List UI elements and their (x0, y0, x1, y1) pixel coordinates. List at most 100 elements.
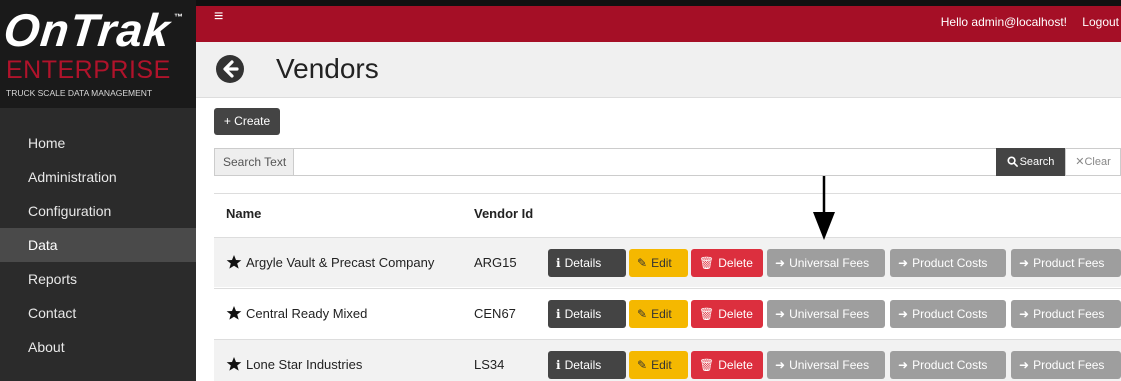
arrow-circle-right-icon: ➜ (775, 306, 786, 321)
logo[interactable]: OnTrak ™ ENTERPRISE TRUCK SCALE DATA MAN… (0, 0, 196, 108)
product-fees-label: Product Fees (1033, 256, 1105, 270)
sidebar-item-contact[interactable]: Contact (0, 296, 196, 330)
product-costs-button[interactable]: ➜ Product Costs (890, 300, 1006, 328)
product-fees-button[interactable]: ➜ Product Fees (1011, 300, 1121, 328)
edit-icon: ✎ (637, 255, 648, 270)
universal-fees-button[interactable]: ➜ Universal Fees (767, 300, 885, 328)
edit-button[interactable]: ✎ Edit (629, 351, 688, 379)
universal-fees-label: Universal Fees (789, 256, 870, 270)
product-fees-label: Product Fees (1033, 307, 1105, 321)
sidebar-item-administration[interactable]: Administration (0, 160, 196, 194)
sidebar-item-about[interactable]: About (0, 330, 196, 364)
product-costs-label: Product Costs (912, 256, 988, 270)
universal-fees-button[interactable]: ➜ Universal Fees (767, 249, 885, 277)
sidebar-item-home[interactable]: Home (0, 126, 196, 160)
table-row: Argyle Vault & Precast Company ARG15 ℹ De… (214, 237, 1121, 287)
hamburger-icon[interactable]: ≡ (214, 8, 223, 26)
clear-button[interactable]: ✕Clear (1065, 148, 1121, 176)
info-icon: ℹ (556, 306, 561, 321)
table-top-border (214, 193, 1121, 194)
product-fees-button[interactable]: ➜ Product Fees (1011, 351, 1121, 379)
universal-fees-label: Universal Fees (789, 358, 870, 372)
logo-tagline: TRUCK SCALE DATA MANAGEMENT (6, 88, 153, 98)
back-arrow-icon[interactable] (216, 55, 244, 83)
search-button[interactable]: Search (996, 148, 1065, 176)
edit-button[interactable]: ✎ Edit (629, 249, 688, 277)
logo-subtitle: ENTERPRISE (6, 56, 171, 84)
details-button[interactable]: ℹ Details (548, 351, 626, 379)
arrow-circle-right-icon: ➜ (898, 306, 909, 321)
product-costs-button[interactable]: ➜ Product Costs (890, 351, 1006, 379)
user-greeting: Hello admin@localhost! (940, 15, 1067, 29)
vendor-id: LS34 (474, 357, 505, 372)
title-bar: Vendors (196, 42, 1121, 98)
search-input[interactable] (293, 148, 997, 176)
search-icon (1007, 156, 1018, 167)
table-row: Central Ready Mixed CEN67 ℹ Details ✎ Edit… (214, 288, 1121, 338)
delete-label: Delete (718, 307, 753, 321)
info-icon: ℹ (556, 255, 561, 270)
arrow-circle-right-icon: ➜ (1019, 357, 1030, 372)
arrow-circle-right-icon: ➜ (1019, 255, 1030, 270)
arrow-circle-right-icon: ➜ (775, 357, 786, 372)
search-bar: Search Text Search ✕Clear (214, 148, 1121, 176)
logo-name: OnTrak (1, 4, 173, 56)
logo-trademark: ™ (174, 12, 183, 22)
info-icon: ℹ (556, 357, 561, 372)
sidebar: OnTrak ™ ENTERPRISE TRUCK SCALE DATA MAN… (0, 0, 196, 381)
vendor-name: Central Ready Mixed (246, 306, 368, 321)
logout-link[interactable]: Logout (1082, 15, 1119, 29)
arrow-circle-right-icon: ➜ (775, 255, 786, 270)
arrow-circle-right-icon: ➜ (898, 357, 909, 372)
star-icon[interactable] (226, 356, 242, 372)
delete-button[interactable]: 🗑 Delete (691, 300, 763, 328)
edit-button[interactable]: ✎ Edit (629, 300, 688, 328)
delete-button[interactable]: 🗑 Delete (691, 249, 763, 277)
trash-icon: 🗑 (699, 306, 715, 321)
search-label: Search Text (214, 148, 294, 176)
delete-label: Delete (718, 358, 753, 372)
clear-button-label: Clear (1084, 156, 1111, 168)
create-button[interactable]: + Create (214, 108, 280, 135)
sidebar-nav: Home Administration Configuration Data R… (0, 126, 196, 364)
column-header-name[interactable]: Name (226, 206, 261, 221)
vendor-name: Lone Star Industries (246, 357, 363, 372)
table-row: Lone Star Industries LS34 ℹ Details ✎ Edit… (214, 339, 1121, 381)
arrow-circle-right-icon: ➜ (898, 255, 909, 270)
product-costs-button[interactable]: ➜ Product Costs (890, 249, 1006, 277)
details-label: Details (564, 358, 602, 372)
sidebar-item-configuration[interactable]: Configuration (0, 194, 196, 228)
delete-label: Delete (718, 256, 753, 270)
star-icon[interactable] (226, 254, 242, 270)
product-fees-label: Product Fees (1033, 358, 1105, 372)
vendor-id: ARG15 (474, 255, 517, 270)
details-button[interactable]: ℹ Details (548, 249, 626, 277)
delete-button[interactable]: 🗑 Delete (691, 351, 763, 379)
universal-fees-label: Universal Fees (789, 307, 870, 321)
sidebar-item-reports[interactable]: Reports (0, 262, 196, 296)
sidebar-item-data[interactable]: Data (0, 228, 196, 262)
star-icon[interactable] (226, 305, 242, 321)
edit-label: Edit (651, 256, 672, 270)
product-costs-label: Product Costs (912, 358, 988, 372)
page-title: Vendors (276, 53, 379, 84)
universal-fees-button[interactable]: ➜ Universal Fees (767, 351, 885, 379)
edit-label: Edit (651, 307, 672, 321)
product-costs-label: Product Costs (912, 307, 988, 321)
details-label: Details (564, 307, 602, 321)
details-button[interactable]: ℹ Details (548, 300, 626, 328)
details-label: Details (564, 256, 602, 270)
trash-icon: 🗑 (699, 357, 715, 372)
edit-label: Edit (651, 358, 672, 372)
trash-icon: 🗑 (699, 255, 715, 270)
arrow-circle-right-icon: ➜ (1019, 306, 1030, 321)
search-button-label: Search (1019, 156, 1055, 168)
edit-icon: ✎ (637, 306, 648, 321)
column-header-vendor-id[interactable]: Vendor Id (474, 206, 533, 221)
vendor-id: CEN67 (474, 306, 516, 321)
edit-icon: ✎ (637, 357, 648, 372)
top-bar: ≡ Hello admin@localhost! Logout (196, 0, 1121, 42)
annotation-arrow-icon (813, 176, 835, 240)
product-fees-button[interactable]: ➜ Product Fees (1011, 249, 1121, 277)
vendor-name: Argyle Vault & Precast Company (246, 255, 435, 270)
